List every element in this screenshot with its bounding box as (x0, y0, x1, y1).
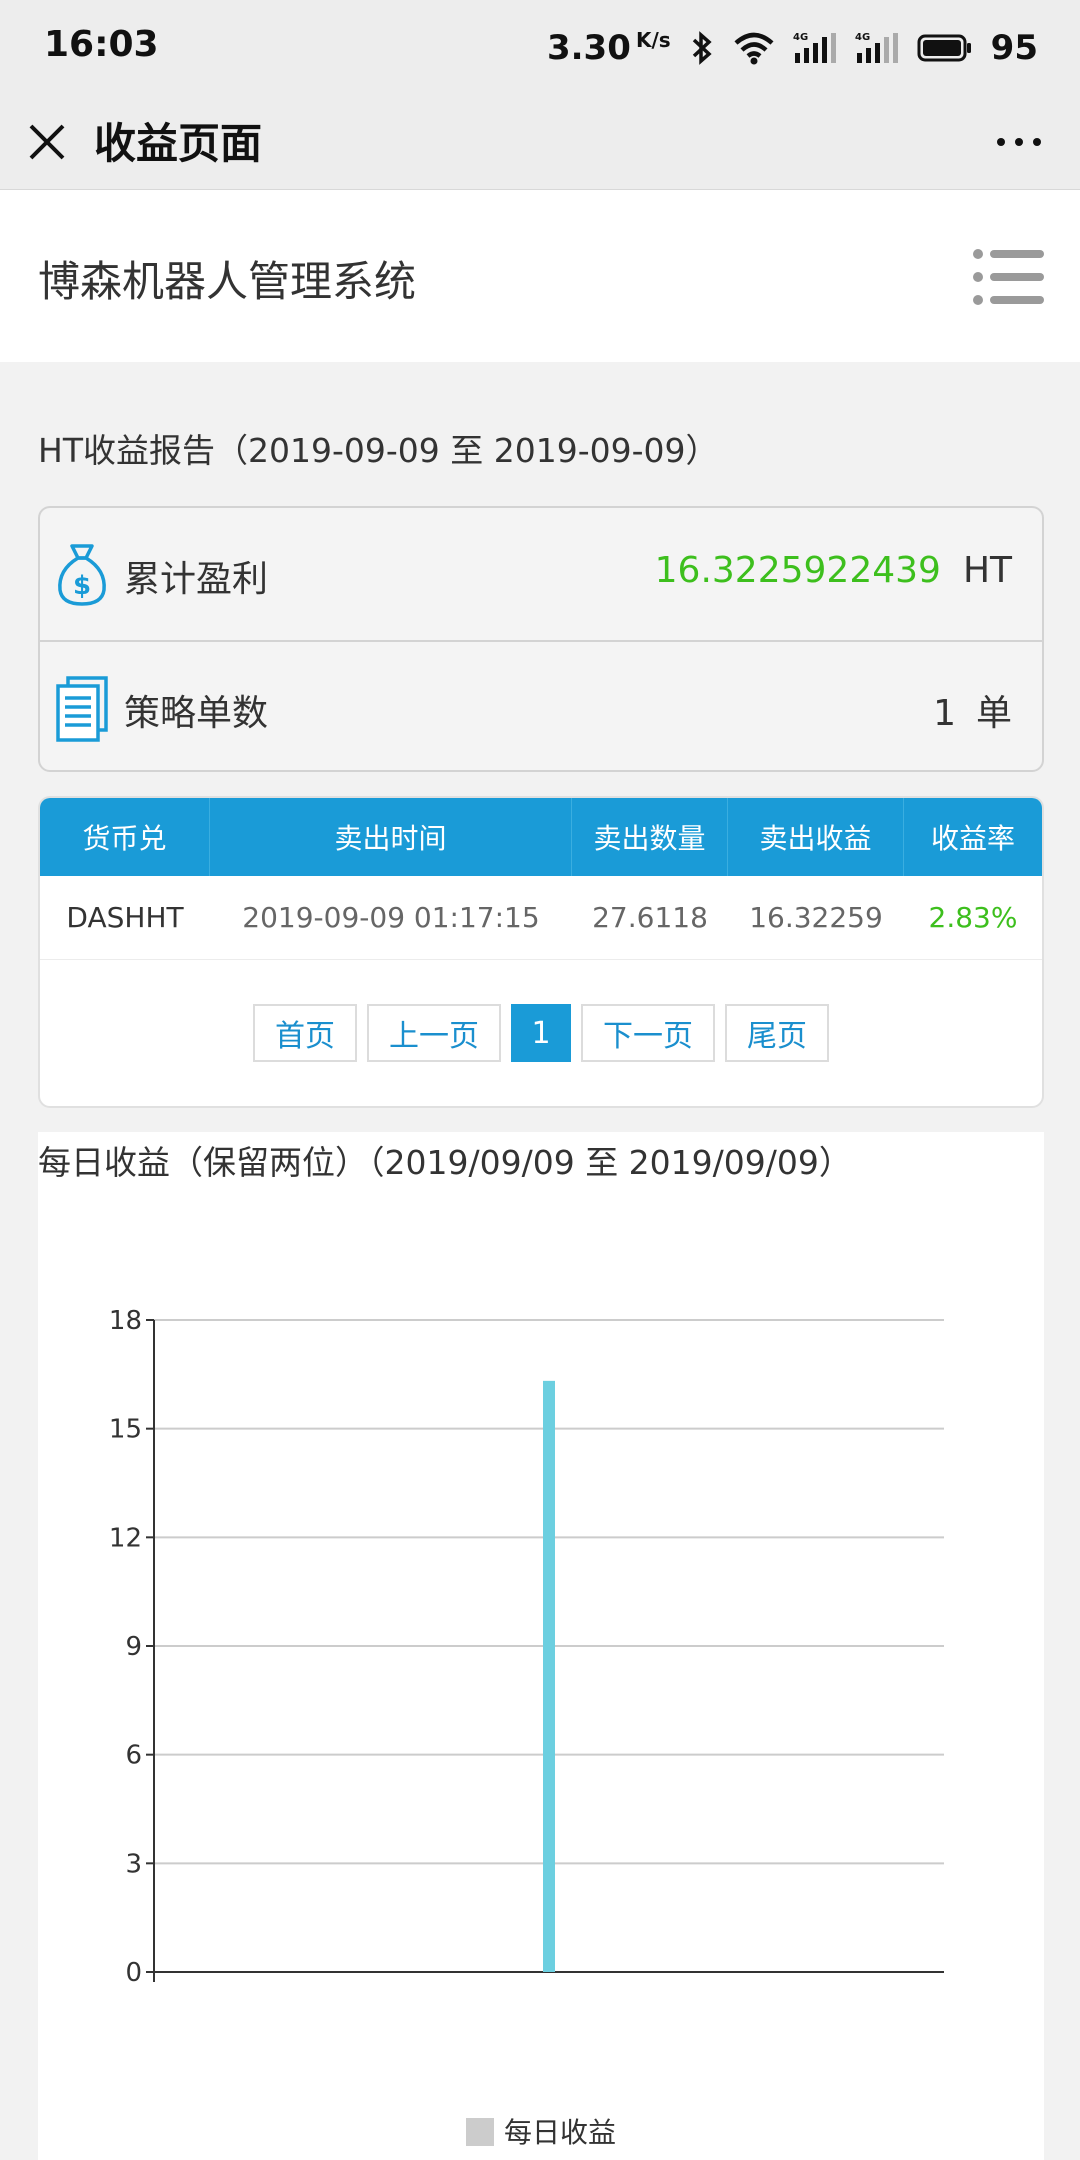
status-time: 16:03 (44, 24, 159, 65)
wifi-icon (734, 32, 774, 65)
battery-icon (917, 34, 971, 62)
signal-4g-icon: 4G (855, 32, 898, 63)
cell-sell-amount: 27.6118 (592, 901, 708, 934)
document-icon (56, 676, 108, 742)
profit-unit: HT (962, 550, 1012, 591)
bar (543, 1380, 555, 1972)
col-sell-time[interactable]: 卖出时间 (210, 798, 572, 876)
net-speed-unit: K/s (635, 28, 671, 52)
y-tick-label: 9 (125, 1632, 142, 1662)
prev-page-button[interactable]: 上一页 (367, 1004, 501, 1062)
first-page-button[interactable]: 首页 (253, 1004, 357, 1062)
orders-value: 1 (933, 693, 956, 734)
y-tick-label: 12 (109, 1523, 142, 1553)
profit-value: 16.3225922439 (654, 550, 941, 591)
bluetooth-icon (692, 31, 712, 65)
col-sell-amount[interactable]: 卖出数量 (572, 798, 728, 876)
more-icon[interactable] (994, 122, 1044, 162)
profit-row: $ 累计盈利 16.3225922439 HT (40, 508, 1042, 640)
cell-sell-time: 2019-09-09 01:17:15 (242, 901, 540, 934)
net-speed-value: 3.30 (546, 28, 631, 68)
trade-table-card: 货币兑 卖出时间 卖出数量 卖出收益 收益率 DASHHT 2019-09-09… (38, 796, 1044, 1108)
report-title: HT收益报告（2019-09-09 至 2019-09-09） (38, 431, 719, 470)
next-page-button[interactable]: 下一页 (581, 1004, 715, 1062)
svg-text:4G: 4G (855, 32, 870, 43)
current-page-button[interactable]: 1 (511, 1004, 571, 1062)
col-pair[interactable]: 货币兑 (40, 798, 210, 876)
status-indicators: 3.30 K/s 4G 4G 95 (547, 22, 1038, 74)
table-row: DASHHT 2019-09-09 01:17:15 27.6118 16.32… (40, 876, 1042, 960)
pagination: 首页 上一页 1 下一页 尾页 (40, 1004, 1042, 1062)
cell-pair: DASHHT (66, 901, 184, 934)
cell-sell-profit: 16.32259 (749, 901, 883, 934)
svg-text:4G: 4G (793, 32, 808, 43)
money-bag-icon: $ (58, 544, 106, 606)
y-tick-label: 18 (109, 1306, 142, 1336)
daily-profit-chart: 0 3 6 9 12 15 18 每日收益 每日收益（保留两位）（2019/09/09 至 2… (38, 1132, 1044, 2160)
orders-unit: 单 (975, 693, 1012, 734)
close-icon[interactable] (26, 114, 68, 170)
orders-label: 策略单数 (124, 693, 269, 734)
chart-title: 每日收益（保留两位）（2019/09/09 至 2019/09/09） (38, 1143, 852, 1182)
y-tick-label: 15 (109, 1415, 142, 1445)
profit-value-group: 16.3225922439 HT (655, 550, 1012, 591)
legend-label: 每日收益 (504, 2116, 616, 2149)
profit-label: 累计盈利 (124, 559, 269, 600)
app-header: 博森机器人管理系统 (0, 190, 1080, 362)
menu-icon[interactable] (972, 246, 1044, 308)
status-bar: 16:03 3.30 K/s 4G 4G 95 (0, 0, 1080, 96)
app-title: 博森机器人管理系统 (38, 257, 417, 306)
svg-text:$: $ (73, 571, 91, 601)
cell-profit-rate: 2.83% (928, 901, 1018, 934)
last-page-button[interactable]: 尾页 (725, 1004, 829, 1062)
orders-value-group: 1单 (933, 684, 1012, 736)
col-sell-profit[interactable]: 卖出收益 (728, 798, 904, 876)
col-profit-rate[interactable]: 收益率 (904, 798, 1042, 876)
net-speed: 3.30 K/s (547, 28, 671, 68)
signal-4g-icon: 4G (793, 32, 836, 63)
legend-swatch (466, 2118, 494, 2146)
table-header: 货币兑 卖出时间 卖出数量 卖出收益 收益率 (40, 798, 1042, 876)
chart-canvas: 0 3 6 9 12 15 18 每日收益 (109, 1306, 944, 2149)
battery-level: 95 (990, 28, 1038, 68)
summary-card: $ 累计盈利 16.3225922439 HT 策略单数 1单 (38, 506, 1044, 772)
nav-bar: 收益页面 (0, 96, 1080, 190)
y-tick-label: 3 (125, 1849, 142, 1879)
y-tick-label: 6 (125, 1741, 142, 1771)
y-tick-label: 0 (125, 1958, 142, 1988)
orders-row: 策略单数 1单 (40, 640, 1042, 770)
page-title: 收益页面 (94, 119, 263, 168)
